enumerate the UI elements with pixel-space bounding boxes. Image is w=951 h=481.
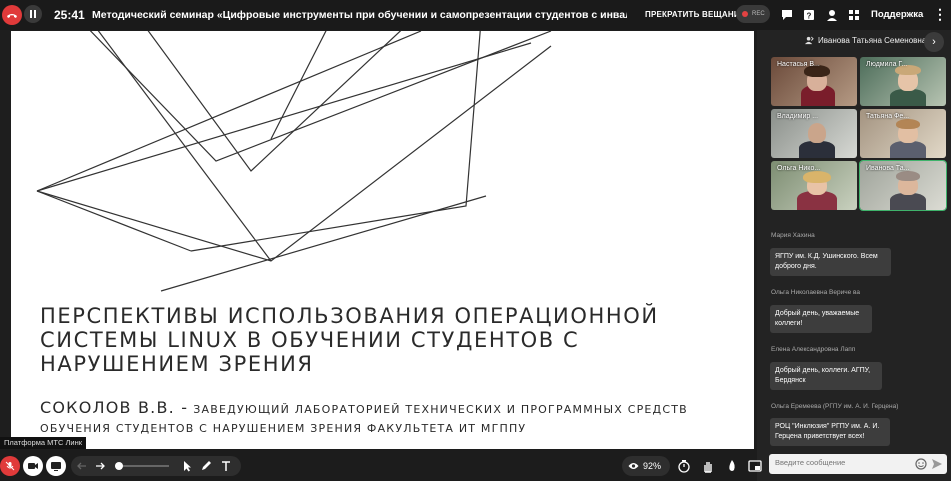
record-button[interactable]: REC [736,5,770,23]
question-icon[interactable]: ? [802,8,816,22]
slide-progress-handle[interactable] [115,462,123,470]
message-text: ЯГПУ им. К.Д. Ушинского. Всем доброго дн… [770,248,891,276]
participant-name: Владимир ... [777,113,819,120]
message-author: Ольга Еремеева (РГПУ им. А. И. Герцена) [771,403,899,410]
viewer-count: 92% [622,456,670,476]
platform-tooltip: Платформа МТС Линк [0,437,86,449]
session-timer: 25:41 [54,8,85,22]
microphone-muted-icon [5,461,15,471]
support-link[interactable]: Поддержка [871,9,923,20]
arrow-right-icon[interactable] [94,460,106,472]
camera-icon [28,463,38,469]
timer-icon[interactable] [677,459,691,473]
pause-icon [30,10,36,18]
microphone-button[interactable] [0,456,20,476]
participant-tile[interactable]: Ольга Нико... [771,161,857,210]
slide-title: ПЕРСПЕКТИВЫ ИСПОЛЬЗОВАНИЯ ОПЕРАЦИОННОЙ С… [40,304,659,376]
participant-name: Ольга Нико... [777,165,821,172]
end-call-button[interactable] [2,5,22,25]
record-dot-icon [742,11,748,17]
panel-collapse-button[interactable]: › [924,32,944,52]
participant-tile[interactable]: Татьяна Фе... [860,109,946,158]
more-menu-button[interactable]: ⋮ [933,6,947,23]
message-text: РОЦ "Инклюзия" РГПУ им. А. И. Герцена пр… [770,418,890,446]
pointer-icon[interactable] [181,460,193,472]
phone-hangup-icon [7,14,17,18]
message-author: Ольга Николаевна Вериче ва [771,289,861,296]
participant-name: Настасья В... [777,61,820,68]
participant-tile[interactable]: Настасья В... [771,57,857,106]
message-author: Мария Хахина [771,232,815,239]
slide-progress-track[interactable] [115,465,169,467]
stop-stream-button[interactable]: ПРЕКРАТИТЬ ВЕЩАНИЕ [645,10,745,19]
send-icon[interactable] [931,458,943,470]
participant-name: Иванова Та... [866,165,910,172]
slide-author-line: СОКОЛОВ В.В. - ЗАВЕДУЮЩИЙ ЛАБОРАТОРИЕЙ Т… [40,399,740,437]
record-label: REC [752,11,765,17]
pause-button[interactable] [24,5,42,23]
picture-in-picture-icon[interactable] [748,459,762,473]
message-author: Елена Александровна Лапп [771,346,856,353]
author-name: СОКОЛОВ В.В. - [40,398,189,417]
svg-text:?: ? [807,12,812,21]
slide-line-decoration [36,31,552,292]
viewer-percentage: 92% [643,461,662,471]
fire-icon[interactable] [725,459,739,473]
user-icon[interactable] [825,8,839,22]
top-bar: 25:41 Методический семинар «Цифровые инс… [0,0,951,30]
participant-tile[interactable]: Владимир ... [771,109,857,158]
screen-share-icon [51,461,61,471]
screen-share-button[interactable] [46,456,66,476]
grid-icon[interactable] [847,8,861,22]
text-tool-icon[interactable] [220,460,232,472]
participant-name: Людмила Г... [866,61,908,68]
message-text: Добрый день, коллеги. АГПУ, Бердянск [770,362,882,390]
presenter-name: Иванова Татьяна Семеновна [818,36,927,45]
emoji-icon[interactable] [915,458,927,470]
side-panel: Иванова Татьяна Семеновна › Настасья В..… [757,30,951,481]
event-title: Методический семинар «Цифровые инструмен… [92,9,627,21]
slide-tools [71,456,241,476]
participant-name: Татьяна Фе... [866,113,910,120]
presentation-slide: ПЕРСПЕКТИВЫ ИСПОЛЬЗОВАНИЯ ОПЕРАЦИОННОЙ С… [11,31,754,449]
presenter-user-icon [805,36,814,45]
participant-tile[interactable]: Людмила Г... [860,57,946,106]
presenter-indicator: Иванова Татьяна Семеновна [805,36,926,45]
arrow-left-icon[interactable] [76,460,88,472]
chat-icon[interactable] [780,8,794,22]
eye-icon [628,463,639,469]
message-text: Добрый день, уважаемые коллеги! [770,305,872,333]
message-input[interactable] [775,458,895,467]
camera-button[interactable] [23,456,43,476]
raise-hand-icon[interactable] [701,459,715,473]
pen-icon[interactable] [200,460,212,472]
message-input-box[interactable] [769,454,947,474]
participant-tile[interactable]: Иванова Та... [859,160,947,211]
